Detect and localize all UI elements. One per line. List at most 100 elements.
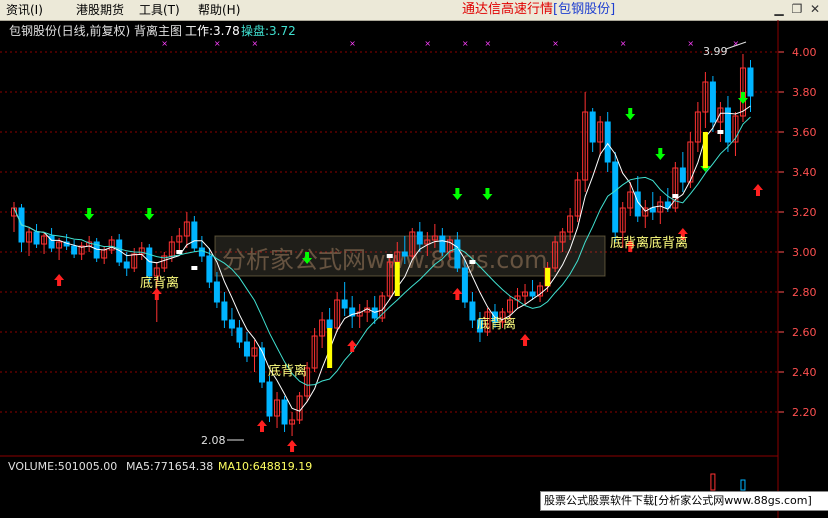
close-icon[interactable]: ✕ <box>808 2 822 16</box>
watermark-text: 分析家公式网www.88gs.com <box>222 246 547 274</box>
signal-dot <box>717 130 724 134</box>
candle-down <box>679 167 686 183</box>
axis-tick-label: 2.20 <box>792 406 817 419</box>
candle-down <box>461 267 468 303</box>
menu-hk-futures[interactable]: 港股期货 <box>76 2 124 18</box>
op-label: 操盘:3.72 <box>241 23 296 38</box>
arrow-up-icon <box>520 334 531 346</box>
chart-title: 包钢股份(日线,前复权) 背离主图 <box>9 23 182 38</box>
volume-value: VOLUME:501005.00 <box>8 460 117 473</box>
download-banner[interactable]: 股票公式股票软件下载[分析家公式网www.88gs.com] <box>540 491 828 511</box>
price-grid <box>0 51 778 413</box>
arrow-down-icon <box>452 188 463 200</box>
candle-down <box>228 319 235 329</box>
price-axis: 4.00 3.80 3.60 3.40 3.20 3.00 2.80 2.60 2.40 2.20 <box>778 46 817 419</box>
axis-tick-label: 2.60 <box>792 326 817 339</box>
app-window: 资讯(I) 港股期货 工具(T) 帮助(H) 通达信高速行情[包钢股份] ▁ ❐ ✕… <box>0 0 828 518</box>
arrow-down-icon <box>482 188 493 200</box>
app-title-text: 通达信高速行情 <box>462 2 554 17</box>
candle-down <box>371 307 378 319</box>
arrow-down-icon <box>737 92 748 104</box>
candle-down <box>341 299 348 309</box>
axis-tick-label: 3.40 <box>792 166 817 179</box>
arrow-up-icon <box>287 440 298 452</box>
axis-tick-label: 2.40 <box>792 366 817 379</box>
signal-mark-icon: × <box>552 39 559 48</box>
candle-down <box>191 221 198 249</box>
volume-bars <box>710 473 746 491</box>
axis-tick-label: 2.80 <box>792 286 817 299</box>
signal-mark-icon: × <box>349 39 356 48</box>
menu-news[interactable]: 资讯(I) <box>6 2 43 18</box>
volume-ma5: MA5:771654.38 <box>126 460 213 473</box>
axis-tick-label: 3.00 <box>792 246 817 259</box>
signal-mark-icon: × <box>687 39 694 48</box>
menu-tools[interactable]: 工具(T) <box>139 2 180 18</box>
app-title-instrument: [包钢股份] <box>553 2 616 17</box>
candle-down <box>206 255 213 283</box>
signal-candle <box>327 328 333 368</box>
axis-tick-label: 3.80 <box>792 86 817 99</box>
arrow-up-icon <box>452 288 463 300</box>
signal-dot <box>672 194 679 198</box>
candle-down <box>71 245 78 255</box>
candle-down <box>281 399 288 425</box>
signal-mark-icon: × <box>214 39 221 48</box>
arrow-up-icon <box>257 420 267 432</box>
minimize-icon[interactable]: ▁ <box>772 2 786 16</box>
arrow-down-icon <box>625 108 636 120</box>
arrow-up-icon <box>753 184 763 196</box>
candle-down <box>469 301 476 321</box>
arrow-up-icon <box>347 340 358 352</box>
signal-mark-icon: × <box>251 39 258 48</box>
volume-bar <box>740 479 746 491</box>
menu-bar: 资讯(I) 港股期货 工具(T) 帮助(H) 通达信高速行情[包钢股份] ▁ ❐ ✕ <box>0 0 828 21</box>
candle-down <box>243 341 250 357</box>
candle-down <box>612 161 619 233</box>
signal-mark-icon: × <box>462 39 469 48</box>
candle-down <box>33 231 40 245</box>
candle-down <box>747 67 754 97</box>
candle-down <box>259 347 265 383</box>
candle-down <box>266 381 273 417</box>
arrow-up-icon <box>54 274 65 286</box>
candle-down <box>529 291 536 297</box>
candle-down <box>589 111 596 143</box>
axis-tick-label: 4.00 <box>792 46 817 59</box>
candle-down <box>454 239 461 269</box>
signal-mark-icon: × <box>161 39 168 48</box>
arrow-down-icon <box>144 208 155 220</box>
axis-tick-label: 3.20 <box>792 206 817 219</box>
divergence-label-1: 底背离 <box>140 275 179 291</box>
candle-down <box>439 235 446 253</box>
app-title: 通达信高速行情[包钢股份] <box>462 2 615 18</box>
signal-dot <box>469 260 476 264</box>
candle-down <box>236 327 243 343</box>
candle-down <box>401 251 408 257</box>
divergence-label-3: 底背离 <box>477 316 516 332</box>
signal-mark-icon: × <box>620 39 627 48</box>
signal-candle <box>394 262 400 296</box>
menu-help[interactable]: 帮助(H) <box>198 2 240 18</box>
signal-mark-icon: × <box>424 39 431 48</box>
low-marker: 2.08 <box>201 434 226 447</box>
signal-dot <box>176 250 183 254</box>
volume-bar <box>710 473 716 491</box>
divergence-label-2: 底背离 <box>268 363 307 379</box>
arrow-down-icon <box>84 208 95 220</box>
window-controls: ▁ ❐ ✕ <box>768 2 822 16</box>
candle-down <box>198 247 205 257</box>
divergence-label-4: 底背离底背离 <box>610 235 688 251</box>
chart-area[interactable]: 分析家公式网www.88gs.com × × × × × × × × × × × 包钢股份(日线,前… <box>0 20 828 518</box>
candle-down <box>213 281 220 303</box>
candle-down <box>604 121 611 163</box>
restore-icon[interactable]: ❐ <box>790 2 804 16</box>
signal-candle <box>545 268 551 286</box>
candle-down <box>326 319 333 329</box>
work-label: 工作:3.78 <box>185 24 240 38</box>
candle-down <box>123 261 130 269</box>
signal-dot <box>191 266 198 270</box>
high-marker: 3.99 <box>703 45 728 58</box>
axis-tick-label: 3.60 <box>792 126 817 139</box>
candle-down <box>416 231 423 245</box>
